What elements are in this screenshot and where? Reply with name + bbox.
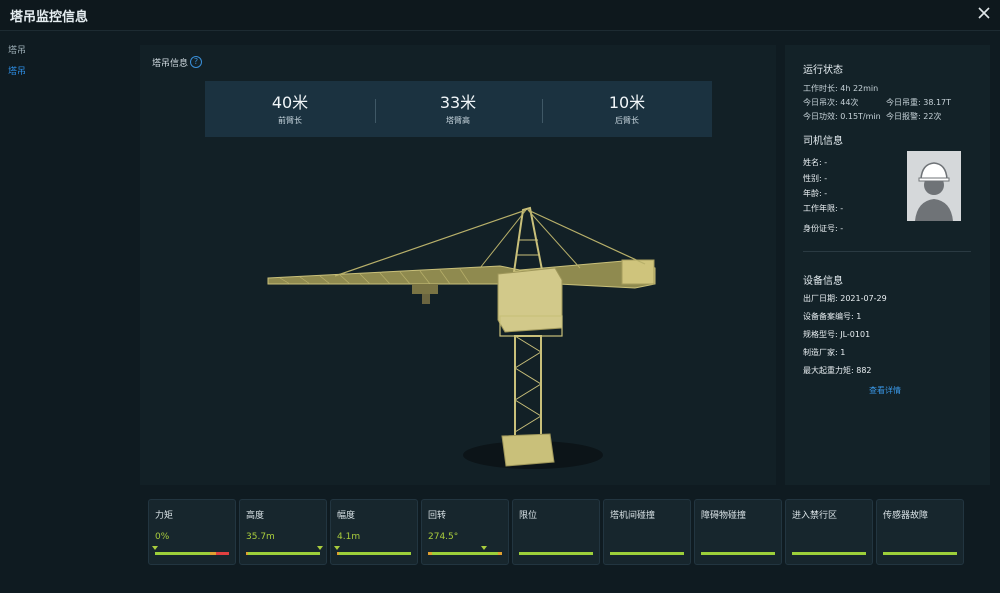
monitor-card-rotation[interactable]: 回转 274.5° xyxy=(421,499,509,565)
model-number: 规格型号: JL-0101 xyxy=(803,330,871,339)
stat-rear-arm: 10米 后臂长 xyxy=(567,89,687,126)
alarms-today: 今日报警: 22次 xyxy=(886,112,942,121)
level-bar xyxy=(155,552,229,555)
title-bar: 塔吊监控信息 xyxy=(0,0,1000,31)
running-status-title: 运行状态 xyxy=(803,65,843,76)
monitor-label: 回转 xyxy=(428,511,447,521)
driver-work-years: 工作年限: - xyxy=(803,204,844,213)
stat-tower-height: 33米 塔臂高 xyxy=(398,89,518,126)
monitor-label: 高度 xyxy=(246,511,265,521)
monitor-label: 力矩 xyxy=(155,511,174,521)
crane-info-label: 塔吊信息 xyxy=(152,59,189,69)
manufacturer: 制造厂家: 1 xyxy=(803,348,846,357)
driver-name: 姓名: - xyxy=(803,158,828,167)
driver-avatar xyxy=(907,151,961,221)
warn-segment xyxy=(428,552,432,555)
stat-value: 10米 xyxy=(608,93,646,112)
driver-id-number: 身份证号: - xyxy=(803,224,844,233)
sidebar: 塔吊 塔吊 xyxy=(0,31,135,593)
weight-today: 今日吊重: 38.17T xyxy=(886,98,952,107)
record-number: 设备备案编号: 1 xyxy=(803,312,862,321)
monitor-card-sensor-fault[interactable]: 传感器故障 xyxy=(876,499,964,565)
device-info-title: 设备信息 xyxy=(803,276,843,287)
sidebar-item-crane-group[interactable]: 塔吊 xyxy=(8,43,26,56)
stat-front-arm: 40米 前臂长 xyxy=(230,89,350,126)
warn-segment xyxy=(246,552,248,555)
monitor-label: 塔机间碰撞 xyxy=(610,511,656,521)
stat-label: 塔臂高 xyxy=(446,116,470,125)
stat-value: 33米 xyxy=(439,93,477,112)
info-panel: 运行状态 工作时长: 4h 22min 今日吊次: 44次 今日吊重: 38.1… xyxy=(785,45,990,485)
driver-info-title: 司机信息 xyxy=(803,136,843,147)
stat-label: 后臂长 xyxy=(615,116,639,125)
monitor-label: 传感器故障 xyxy=(883,511,929,521)
factory-date: 出厂日期: 2021-07-29 xyxy=(803,294,887,303)
close-icon[interactable] xyxy=(976,5,992,21)
divider xyxy=(803,251,971,252)
monitor-card-crane-collision[interactable]: 塔机间碰撞 xyxy=(603,499,691,565)
sidebar-item-crane[interactable]: 塔吊 xyxy=(8,64,26,77)
level-marker xyxy=(152,546,158,550)
monitor-card-height[interactable]: 高度 35.7m xyxy=(239,499,327,565)
warn-segment xyxy=(498,552,502,555)
status-bar xyxy=(883,552,957,555)
status-bar xyxy=(792,552,866,555)
stat-value: 40米 xyxy=(271,93,309,112)
view-details-link[interactable]: 查看详情 xyxy=(869,385,901,396)
driver-gender: 性别: - xyxy=(803,174,828,183)
tower-crane-model xyxy=(267,206,656,469)
driver-age: 年龄: - xyxy=(803,189,828,198)
efficiency-today: 今日功效: 0.15T/min xyxy=(803,112,881,121)
stat-label: 前臂长 xyxy=(278,116,302,125)
monitor-card-amplitude[interactable]: 幅度 4.1m xyxy=(330,499,418,565)
monitor-card-limit[interactable]: 限位 xyxy=(512,499,600,565)
monitor-value: 4.1m xyxy=(337,532,361,542)
crane-stats: 40米 前臂长 33米 塔臂高 10米 后臂长 xyxy=(205,81,712,137)
window-title: 塔吊监控信息 xyxy=(10,10,89,25)
status-bar xyxy=(701,552,775,555)
level-marker xyxy=(481,546,488,550)
level-bar xyxy=(246,552,320,555)
status-bar xyxy=(519,552,593,555)
warn-segment xyxy=(337,552,339,555)
monitor-card-moment[interactable]: 力矩 0% xyxy=(148,499,236,565)
monitor-label: 进入禁行区 xyxy=(792,511,838,521)
work-time: 工作时长: 4h 22min xyxy=(803,84,879,93)
help-icon[interactable]: ? xyxy=(190,56,202,68)
monitor-value: 274.5° xyxy=(428,532,459,542)
divider xyxy=(375,99,376,123)
monitor-card-restricted-zone[interactable]: 进入禁行区 xyxy=(785,499,873,565)
divider xyxy=(542,99,543,123)
monitor-label: 幅度 xyxy=(337,511,356,521)
lifts-today: 今日吊次: 44次 xyxy=(803,98,859,107)
level-bar xyxy=(428,552,502,555)
level-bar xyxy=(337,552,411,555)
level-marker xyxy=(334,546,340,550)
monitor-label: 限位 xyxy=(519,511,538,521)
monitor-label: 障碍物碰撞 xyxy=(701,511,747,521)
monitor-card-obstacle-collision[interactable]: 障碍物碰撞 xyxy=(694,499,782,565)
alarm-segment xyxy=(216,552,229,555)
level-marker xyxy=(317,546,323,550)
monitor-value: 0% xyxy=(155,532,170,542)
max-moment: 最大起重力矩: 882 xyxy=(803,366,872,375)
status-bar xyxy=(610,552,684,555)
monitor-value: 35.7m xyxy=(246,532,275,542)
